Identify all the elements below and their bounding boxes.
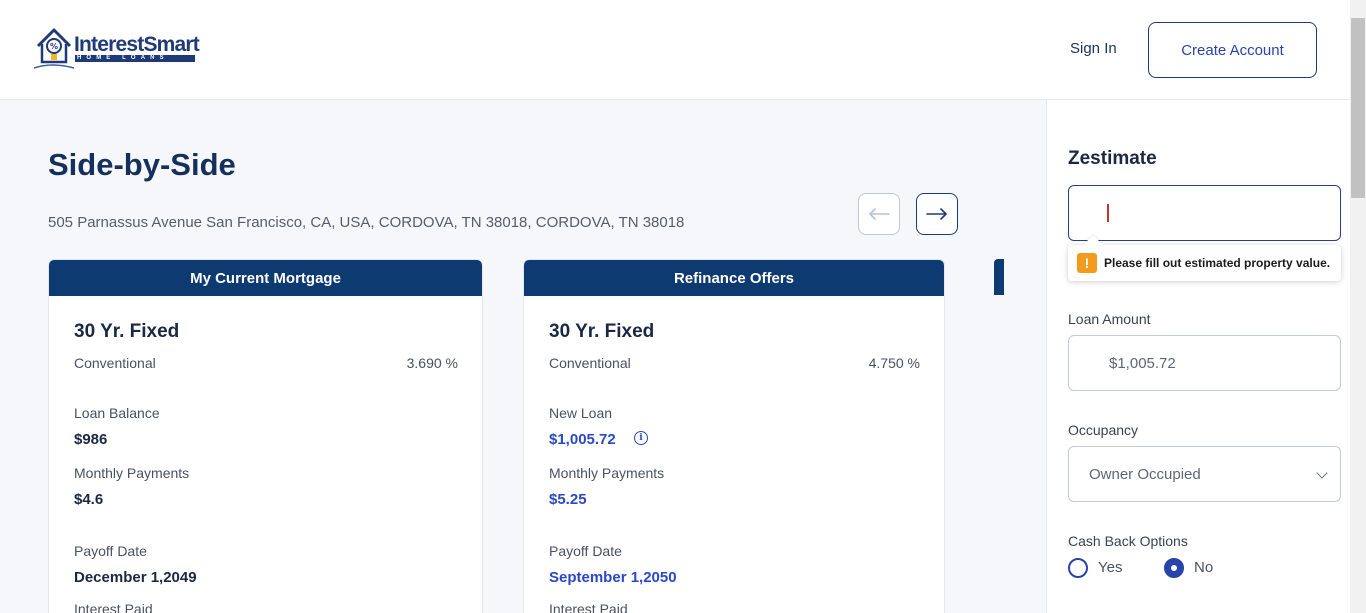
payoff-date-value: December 1,2049: [74, 569, 197, 586]
previous-button[interactable]: [858, 193, 900, 235]
cash-back-yes-label[interactable]: Yes: [1098, 559, 1122, 576]
occupancy-select[interactable]: Owner Occupied: [1068, 446, 1341, 502]
loan-program: 30 Yr. Fixed: [549, 321, 655, 342]
interest-paid-label: Interest Paid: [74, 601, 153, 613]
interest-paid-label: Interest Paid: [549, 601, 628, 613]
validation-tooltip: ! Please fill out estimated property val…: [1068, 235, 1341, 281]
loan-balance-label: Loan Balance: [74, 405, 160, 421]
interest-rate: 4.750 %: [868, 355, 920, 371]
loan-type: Conventional: [74, 355, 156, 371]
payoff-date-label: Payoff Date: [549, 543, 622, 559]
tooltip-message: Please fill out estimated property value…: [1104, 256, 1331, 270]
card-header: Refinance Offers: [524, 260, 944, 296]
main-content: Side-by-Side 505 Parnassus Avenue San Fr…: [0, 100, 1046, 613]
create-account-button[interactable]: Create Account: [1148, 22, 1317, 78]
current-mortgage-card: My Current Mortgage 30 Yr. Fixed Convent…: [48, 259, 483, 613]
zestimate-input[interactable]: [1068, 185, 1341, 241]
cash-back-yes-radio[interactable]: [1068, 558, 1088, 578]
property-address: 505 Parnassus Avenue San Francisco, CA, …: [48, 214, 685, 231]
svg-text:%: %: [50, 42, 58, 51]
payoff-date-label: Payoff Date: [74, 543, 147, 559]
warning-icon: !: [1077, 253, 1097, 273]
page-title: Side-by-Side: [48, 147, 236, 182]
payoff-date-value: September 1,2050: [549, 569, 677, 586]
sign-in-link[interactable]: Sign In: [1070, 40, 1117, 57]
refinance-offers-card: Refinance Offers 30 Yr. Fixed Convention…: [523, 259, 945, 613]
next-card-edge: [994, 259, 1004, 295]
zestimate-title: Zestimate: [1068, 148, 1157, 169]
text-caret: [1107, 204, 1109, 222]
cash-back-no-label[interactable]: No: [1194, 559, 1213, 576]
site-header: % InterestSmart HOME LOANS Sign In Creat…: [0, 0, 1350, 100]
logo-subtitle: HOME LOANS: [75, 55, 195, 62]
loan-amount-input[interactable]: $1,005.72: [1068, 335, 1341, 391]
house-logo-icon: %: [33, 28, 75, 69]
chevron-down-icon: [1316, 467, 1328, 479]
logo-text: InterestSmart: [74, 33, 200, 56]
scrollbar-thumb[interactable]: [1351, 18, 1365, 198]
occupancy-label: Occupancy: [1068, 422, 1139, 438]
monthly-payments-label: Monthly Payments: [74, 465, 190, 481]
loan-amount-label: Loan Amount: [1068, 311, 1151, 327]
cash-back-no-radio[interactable]: [1164, 558, 1184, 578]
new-loan-value: $1,005.72: [549, 431, 616, 448]
logo[interactable]: % InterestSmart HOME LOANS: [32, 24, 202, 70]
loan-balance-value: $986: [74, 431, 108, 448]
occupancy-selected: Owner Occupied: [1089, 465, 1201, 483]
next-button[interactable]: [916, 193, 958, 235]
monthly-payments-label: Monthly Payments: [549, 465, 665, 481]
monthly-payments-value: $5.25: [549, 491, 587, 508]
interest-rate: 3.690 %: [406, 355, 458, 371]
arrow-right-icon: [926, 208, 947, 220]
new-loan-label: New Loan: [549, 405, 613, 421]
monthly-payments-value: $4.6: [74, 491, 104, 508]
arrow-left-icon: [869, 208, 890, 220]
loan-program: 30 Yr. Fixed: [74, 321, 180, 342]
loan-type: Conventional: [549, 355, 631, 371]
sidebar-form: Zestimate ! Please fill out estimated pr…: [1046, 100, 1350, 613]
cash-back-label: Cash Back Options: [1068, 533, 1188, 549]
info-icon[interactable]: i: [634, 431, 648, 445]
card-header: My Current Mortgage: [49, 260, 482, 296]
